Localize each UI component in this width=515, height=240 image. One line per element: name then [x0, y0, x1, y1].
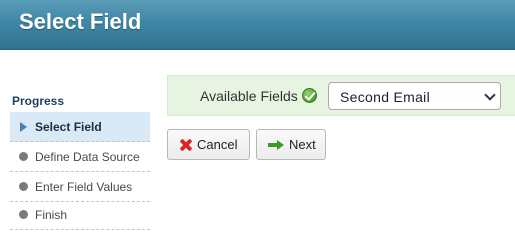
- cancel-button-label: Cancel: [197, 137, 238, 152]
- progress-step-label: Enter Field Values: [35, 179, 133, 194]
- next-button[interactable]: Next: [256, 129, 326, 160]
- progress-step-select-field: Select Field: [10, 112, 150, 142]
- dot-icon: [13, 152, 33, 161]
- page-title: Select Field: [19, 9, 142, 34]
- progress-step-label: Finish: [35, 207, 68, 222]
- chevron-down-icon: [484, 89, 496, 101]
- dot-icon: [13, 210, 33, 219]
- progress-heading: Progress: [12, 94, 65, 108]
- available-fields-select[interactable]: Second Email: [328, 82, 501, 110]
- select-value: Second Email: [340, 89, 430, 105]
- progress-step-finish: Finish: [10, 200, 150, 230]
- progress-step-enter-field-values: Enter Field Values: [10, 172, 150, 202]
- dot-icon: [13, 182, 33, 191]
- next-button-label: Next: [289, 137, 316, 152]
- available-fields-row: Available Fields Second Email: [167, 75, 515, 116]
- title-bar: Select Field: [0, 0, 515, 50]
- check-icon: [302, 88, 317, 103]
- progress-step-label: Define Data Source: [35, 149, 140, 164]
- close-icon: [180, 139, 192, 151]
- triangle-right-icon: [13, 121, 33, 132]
- progress-step-label: Select Field: [35, 119, 102, 134]
- available-fields-label: Available Fields: [200, 88, 298, 104]
- arrow-right-icon: [268, 139, 284, 150]
- progress-step-define-data-source: Define Data Source: [10, 142, 150, 172]
- cancel-button[interactable]: Cancel: [167, 129, 250, 160]
